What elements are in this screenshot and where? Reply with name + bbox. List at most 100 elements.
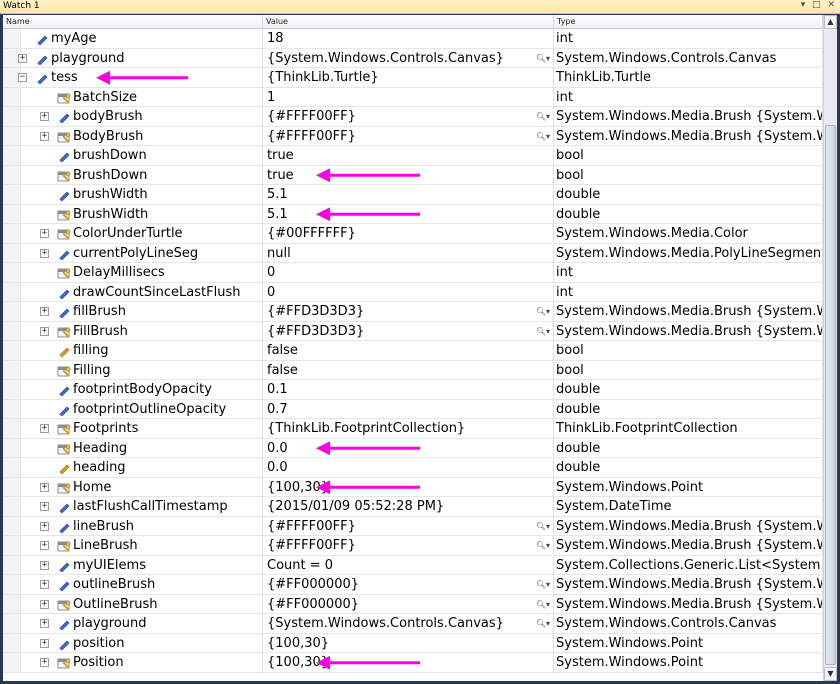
visualizer-magnifier-icon[interactable]: 🔍︎▾ xyxy=(536,575,550,594)
collapse-icon[interactable]: − xyxy=(18,73,27,82)
watch-row[interactable]: + lastFlushCallTimestamp {2015/01/09 05:52… xyxy=(3,497,823,517)
column-header-type[interactable]: Type xyxy=(554,15,823,29)
visualizer-magnifier-icon[interactable]: 🔍︎▾ xyxy=(536,595,550,614)
value-cell[interactable]: 0.1 xyxy=(263,380,554,400)
expand-icon[interactable]: + xyxy=(40,541,49,550)
value-cell[interactable]: {100,30} xyxy=(263,477,554,497)
window-controls[interactable]: ▾ □ ✕ xyxy=(801,0,837,10)
vertical-scrollbar[interactable]: ▲ ▼ xyxy=(823,15,837,681)
watch-row[interactable]: + bodyBrush {#FFFF00FF} 🔍︎▾ System.Windows.M… xyxy=(3,107,823,127)
watch-row[interactable]: BrushDown true bool xyxy=(3,165,823,185)
value-cell[interactable]: {#00FFFFFF} xyxy=(263,224,554,244)
visualizer-magnifier-icon[interactable]: 🔍︎▾ xyxy=(536,107,550,126)
value-cell[interactable]: 0 xyxy=(263,282,554,302)
watch-row[interactable]: brushDown true bool xyxy=(3,146,823,166)
value-cell[interactable]: {ThinkLib.FootprintCollection} xyxy=(263,419,554,439)
watch-row[interactable]: + Home {100,30} System.Windows.Point xyxy=(3,477,823,497)
watch-row[interactable]: DelayMillisecs 0 int xyxy=(3,263,823,283)
value-cell[interactable]: {#FFFF00FF} 🔍︎▾ xyxy=(263,126,554,146)
watch-row[interactable]: + FillBrush {#FFD3D3D3} 🔍︎▾ System.Windows.M… xyxy=(3,321,823,341)
scroll-up-button[interactable]: ▲ xyxy=(824,15,837,29)
watch-row[interactable]: + playground {System.Windows.Controls.Canv… xyxy=(3,614,823,634)
watch-row[interactable]: myAge 18 int xyxy=(3,29,823,49)
value-cell[interactable]: {2015/01/09 05:52:28 PM} xyxy=(263,497,554,517)
value-cell[interactable]: {#FFD3D3D3} 🔍︎▾ xyxy=(263,321,554,341)
watch-row[interactable]: footprintOutlineOpacity 0.7 double xyxy=(3,399,823,419)
value-cell[interactable]: 0.7 xyxy=(263,399,554,419)
value-cell[interactable]: {#FFD3D3D3} 🔍︎▾ xyxy=(263,302,554,322)
expand-icon[interactable]: + xyxy=(40,580,49,589)
expand-icon[interactable]: + xyxy=(40,326,49,336)
column-header-name[interactable]: Name xyxy=(3,15,263,29)
watch-row[interactable]: + fillBrush {#FFD3D3D3} 🔍︎▾ System.Windows.M… xyxy=(3,302,823,322)
column-header-value[interactable]: Value xyxy=(263,15,554,29)
watch-row[interactable]: Heading 0.0 double xyxy=(3,438,823,458)
watch-row[interactable]: filling false bool xyxy=(3,341,823,361)
value-cell[interactable]: {System.Windows.Controls.Canvas} 🔍︎▾ xyxy=(263,48,554,68)
watch-row[interactable]: + position {100,30} System.Windows.Point xyxy=(3,633,823,653)
value-cell[interactable]: true xyxy=(263,146,554,166)
value-cell[interactable]: {#FFFF00FF} 🔍︎▾ xyxy=(263,107,554,127)
expand-icon[interactable]: + xyxy=(40,112,49,121)
watch-row[interactable]: + playground {System.Windows.Controls.Canv… xyxy=(3,48,823,68)
watch-row[interactable]: + BodyBrush {#FFFF00FF} 🔍︎▾ System.Windows.M… xyxy=(3,126,823,146)
watch-row[interactable]: + myUIElems Count = 0 System.Collections.Ge… xyxy=(3,555,823,575)
value-cell[interactable]: true xyxy=(263,165,554,185)
value-cell[interactable]: {#FFFF00FF} 🔍︎▾ xyxy=(263,536,554,556)
expand-icon[interactable]: + xyxy=(40,229,49,238)
watch-row[interactable]: BrushWidth 5.1 double xyxy=(3,204,823,224)
value-cell[interactable]: null xyxy=(263,243,554,263)
value-cell[interactable]: {100,30} xyxy=(263,653,554,673)
visualizer-magnifier-icon[interactable]: 🔍︎▾ xyxy=(536,49,550,68)
watch-row[interactable]: BatchSize 1 int xyxy=(3,87,823,107)
value-cell[interactable]: 5.1 xyxy=(263,185,554,205)
value-cell[interactable]: {100,30} xyxy=(263,633,554,653)
watch-row[interactable]: + currentPolyLineSeg null System.Windows.Me… xyxy=(3,243,823,263)
expand-icon[interactable]: + xyxy=(40,307,49,316)
watch-row[interactable]: + Position {100,30} System.Windows.Point xyxy=(3,653,823,673)
expand-icon[interactable]: + xyxy=(40,521,49,531)
value-cell[interactable]: 0.0 xyxy=(263,438,554,458)
scroll-down-button[interactable]: ▼ xyxy=(824,667,837,681)
value-cell[interactable]: {ThinkLib.Turtle} xyxy=(263,68,554,88)
expand-icon[interactable]: + xyxy=(40,560,49,570)
watch-row[interactable]: + Footprints {ThinkLib.FootprintCollection… xyxy=(3,419,823,439)
expand-icon[interactable]: + xyxy=(40,638,49,648)
value-cell[interactable]: {#FFFF00FF} 🔍︎▾ xyxy=(263,516,554,536)
expand-icon[interactable]: + xyxy=(40,502,49,511)
watch-row[interactable]: + OutlineBrush {#FF000000} 🔍︎▾ System.Window… xyxy=(3,594,823,614)
expand-icon[interactable]: + xyxy=(40,599,49,609)
expand-icon[interactable]: + xyxy=(40,131,49,141)
watch-row[interactable]: drawCountSinceLastFlush 0 int xyxy=(3,282,823,302)
scroll-thumb[interactable] xyxy=(825,125,836,665)
value-cell[interactable]: {System.Windows.Controls.Canvas} 🔍︎▾ xyxy=(263,614,554,634)
expand-icon[interactable]: + xyxy=(40,424,49,433)
watch-row[interactable]: brushWidth 5.1 double xyxy=(3,185,823,205)
value-cell[interactable]: 18 xyxy=(263,29,554,49)
visualizer-magnifier-icon[interactable]: 🔍︎▾ xyxy=(536,536,550,555)
watch-row[interactable]: + ColorUnderTurtle {#00FFFFFF} System.Windo… xyxy=(3,224,823,244)
value-cell[interactable]: 0.0 xyxy=(263,458,554,478)
visualizer-magnifier-icon[interactable]: 🔍︎▾ xyxy=(536,614,550,633)
watch-row[interactable]: footprintBodyOpacity 0.1 double xyxy=(3,380,823,400)
expand-icon[interactable]: + xyxy=(40,619,49,628)
value-cell[interactable]: 1 xyxy=(263,87,554,107)
visualizer-magnifier-icon[interactable]: 🔍︎▾ xyxy=(536,517,550,536)
visualizer-magnifier-icon[interactable]: 🔍︎▾ xyxy=(536,127,550,146)
expand-icon[interactable]: + xyxy=(18,53,27,63)
watch-row[interactable]: − tess {ThinkLib.Turtle} ThinkLib.Turtle xyxy=(3,68,823,88)
watch-row[interactable]: + outlineBrush {#FF000000} 🔍︎▾ System.Window… xyxy=(3,575,823,595)
watch-row[interactable]: Filling false bool xyxy=(3,360,823,380)
value-cell[interactable]: Count = 0 xyxy=(263,555,554,575)
expand-icon[interactable]: + xyxy=(40,482,49,492)
expand-icon[interactable]: + xyxy=(40,658,49,667)
value-cell[interactable]: {#FF000000} 🔍︎▾ xyxy=(263,594,554,614)
value-cell[interactable]: {#FF000000} 🔍︎▾ xyxy=(263,575,554,595)
expand-icon[interactable]: + xyxy=(40,248,49,258)
visualizer-magnifier-icon[interactable]: 🔍︎▾ xyxy=(536,302,550,321)
watch-row[interactable]: + lineBrush {#FFFF00FF} 🔍︎▾ System.Windows.M… xyxy=(3,516,823,536)
watch-row[interactable]: + LineBrush {#FFFF00FF} 🔍︎▾ System.Windows.M… xyxy=(3,536,823,556)
value-cell[interactable]: 0 xyxy=(263,263,554,283)
visualizer-magnifier-icon[interactable]: 🔍︎▾ xyxy=(536,322,550,341)
watch-row[interactable]: heading 0.0 double xyxy=(3,458,823,478)
